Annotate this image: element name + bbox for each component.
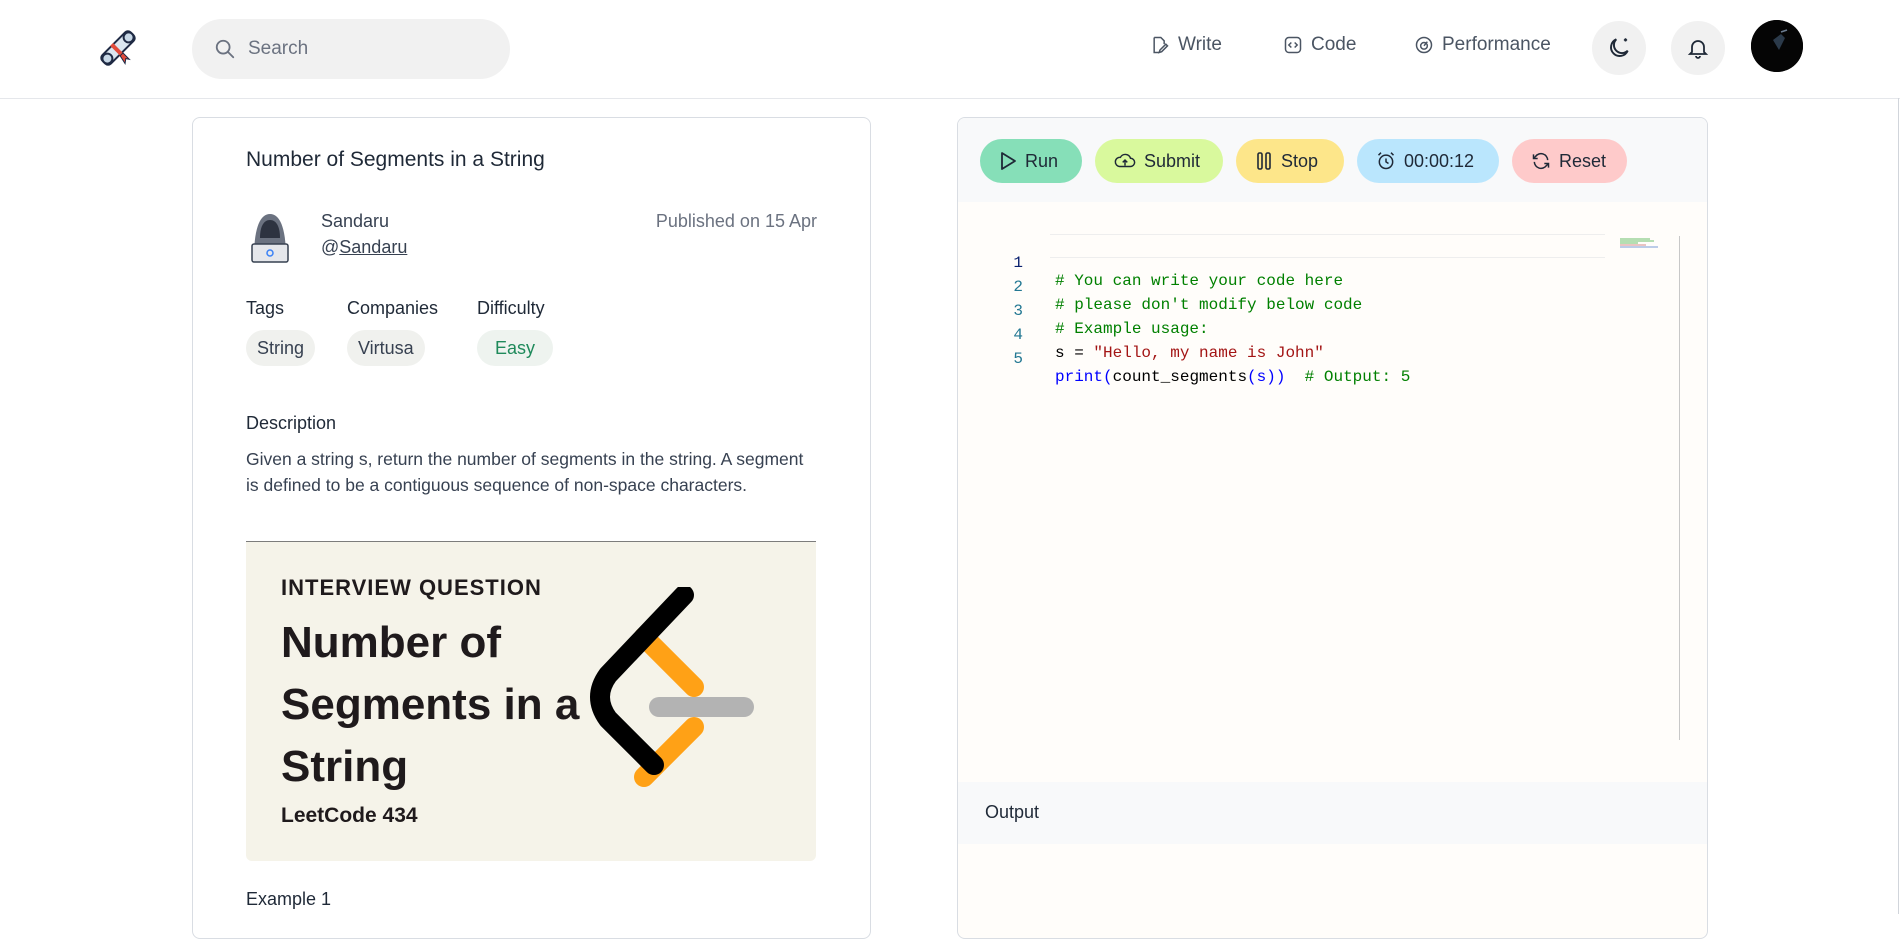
code-line[interactable]: 3 # Example usage: bbox=[958, 284, 1208, 338]
current-line-highlight bbox=[1050, 234, 1605, 258]
banner-subtitle: LeetCode 434 bbox=[281, 804, 418, 827]
reset-button[interactable]: Reset bbox=[1512, 139, 1627, 183]
code-token-string: "Hello, my name is John" bbox=[1093, 344, 1324, 362]
code-text: print(count_segments(s)) # Output: 5 bbox=[1055, 368, 1410, 386]
author-profile-link[interactable]: Sandaru bbox=[339, 237, 407, 257]
editor-toolbar: Run Submit Stop 00:00:12 Reset bbox=[958, 118, 1707, 202]
published-date: Published on 15 Apr bbox=[655, 211, 817, 231]
code-line[interactable]: 2 # please don't modify below code bbox=[958, 260, 1362, 314]
theme-toggle-button[interactable] bbox=[1592, 21, 1646, 75]
submit-button[interactable]: Submit bbox=[1095, 139, 1223, 183]
edit-icon bbox=[1153, 36, 1169, 54]
scroll-diploma-icon bbox=[100, 30, 136, 66]
tag-chip[interactable]: String bbox=[246, 330, 316, 366]
page-edge-divider bbox=[1898, 98, 1899, 914]
code-text: # Example usage: bbox=[1055, 320, 1209, 338]
reset-label: Reset bbox=[1559, 150, 1607, 171]
search-box[interactable] bbox=[192, 19, 510, 79]
code-editor[interactable]: 1 # You can write your code here 2 # ple… bbox=[958, 202, 1707, 782]
author-avatar[interactable] bbox=[246, 208, 294, 264]
author-handle: @Sandaru bbox=[321, 237, 407, 258]
hooded-hacker-icon bbox=[251, 214, 289, 263]
output-label: Output bbox=[985, 802, 1040, 822]
code-minimap[interactable] bbox=[1620, 238, 1660, 250]
search-input[interactable] bbox=[246, 37, 490, 61]
output-panel-header: Output bbox=[958, 782, 1707, 844]
nav-code-label: Code bbox=[1311, 34, 1357, 55]
submit-label: Submit bbox=[1144, 150, 1201, 171]
notifications-button[interactable] bbox=[1671, 21, 1725, 75]
search-icon bbox=[215, 39, 235, 59]
code-text: # please don't modify below code bbox=[1055, 296, 1363, 314]
problem-card: Number of Segments in a String Sandaru @… bbox=[192, 117, 871, 939]
code-text: s = "Hello, my name is John" bbox=[1055, 344, 1324, 362]
code-token: count_segments bbox=[1112, 368, 1248, 386]
avatar-image bbox=[1751, 20, 1803, 72]
nav-write[interactable]: Write bbox=[1150, 34, 1222, 56]
nav-performance[interactable]: Performance bbox=[1414, 34, 1551, 56]
cloud-upload-icon bbox=[1114, 153, 1136, 168]
run-label: Run bbox=[1025, 150, 1059, 171]
editor-scrollbar[interactable] bbox=[1679, 236, 1680, 740]
pause-icon bbox=[1257, 152, 1271, 170]
difficulty-chip: Easy bbox=[477, 330, 554, 366]
code-token-paren: ( bbox=[1103, 368, 1113, 386]
user-avatar[interactable] bbox=[1751, 20, 1803, 72]
nav-write-label: Write bbox=[1178, 34, 1222, 55]
code-token-comment: # Output: 5 bbox=[1285, 368, 1411, 386]
description-label: Description bbox=[246, 413, 337, 433]
code-line[interactable]: 5 print(count_segments(s)) # Output: 5 bbox=[958, 332, 1410, 386]
companies-label: Companies bbox=[347, 298, 439, 318]
line-number: 5 bbox=[1013, 350, 1023, 368]
timer-label: 00:00:12 bbox=[1404, 150, 1475, 171]
banner-kicker: INTERVIEW QUESTION bbox=[281, 575, 542, 600]
nav-code[interactable]: Code bbox=[1283, 34, 1356, 56]
author-name: Sandaru bbox=[321, 211, 390, 231]
editor-card: Run Submit Stop 00:00:12 Reset 1 # You c… bbox=[957, 117, 1708, 939]
alarm-clock-icon bbox=[1377, 152, 1395, 170]
app-logo[interactable] bbox=[94, 24, 142, 72]
code-token: s = bbox=[1055, 344, 1094, 362]
play-icon bbox=[1001, 152, 1016, 170]
stop-button[interactable]: Stop bbox=[1236, 139, 1344, 183]
problem-title: Number of Segments in a String bbox=[246, 148, 545, 171]
nav-performance-label: Performance bbox=[1442, 34, 1551, 55]
example-label: Example 1 bbox=[246, 889, 332, 909]
difficulty-label: Difficulty bbox=[477, 298, 545, 318]
stop-label: Stop bbox=[1281, 150, 1319, 171]
tags-label: Tags bbox=[246, 298, 285, 318]
gauge-icon bbox=[1415, 36, 1433, 54]
code-line[interactable]: 1 # You can write your code here bbox=[958, 236, 1343, 290]
company-chip[interactable]: Virtusa bbox=[347, 330, 425, 366]
code-token-paren: (s) bbox=[1247, 368, 1276, 386]
moon-icon bbox=[1610, 38, 1629, 57]
run-button[interactable]: Run bbox=[980, 139, 1082, 183]
author-handle-prefix: @ bbox=[321, 237, 340, 257]
code-text: # You can write your code here bbox=[1055, 272, 1344, 290]
timer-display: 00:00:12 bbox=[1357, 139, 1499, 183]
description-text: Given a string s, return the number of s… bbox=[246, 449, 804, 495]
code-token-keyword: print bbox=[1055, 368, 1104, 386]
code-icon bbox=[1284, 36, 1302, 54]
leetcode-logo-icon bbox=[590, 587, 754, 787]
refresh-icon bbox=[1532, 152, 1550, 170]
bell-icon bbox=[1687, 40, 1709, 59]
banner-title: Number of Segments in a String bbox=[281, 618, 580, 791]
code-line[interactable]: 4 s = "Hello, my name is John" bbox=[958, 308, 1323, 362]
problem-banner-image: INTERVIEW QUESTION Number of Segments in… bbox=[246, 541, 816, 861]
top-navbar: Write Code Performance bbox=[0, 0, 1900, 99]
